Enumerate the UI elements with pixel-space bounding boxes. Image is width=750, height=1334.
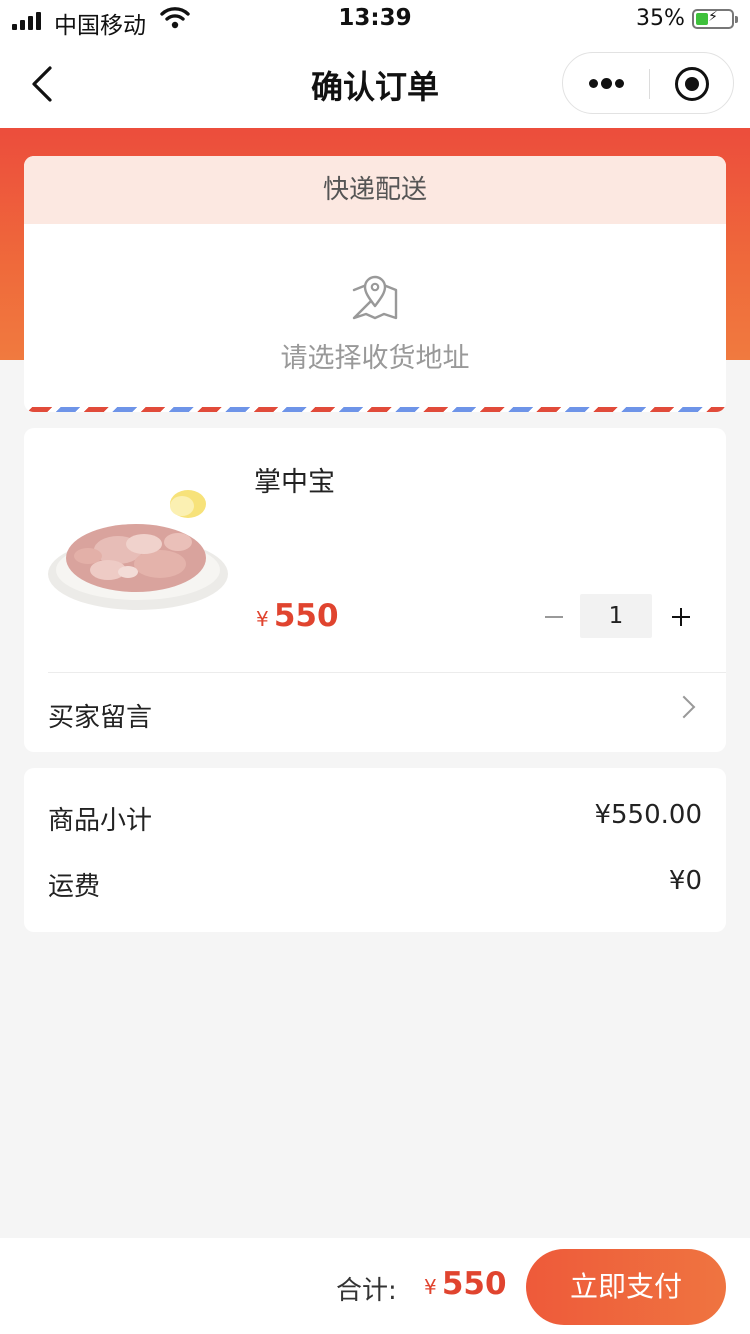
subtotal-row: 商品小计 ¥550.00 — [24, 800, 726, 840]
total-label: 合计: — [336, 1276, 397, 1306]
increase-quantity-button[interactable] — [666, 594, 696, 638]
product-name: 掌中宝 — [254, 467, 335, 498]
nav-bar: 确认订单 — [0, 40, 750, 128]
subtotal-label: 商品小计 — [48, 806, 153, 836]
decrease-quantity-button[interactable] — [540, 594, 570, 638]
status-bar: 中国移动 13:39 35% ⚡ — [0, 0, 750, 40]
capsule-divider — [649, 69, 650, 99]
quantity-input[interactable]: 1 — [580, 594, 652, 638]
pay-now-button[interactable]: 立即支付 — [526, 1249, 726, 1325]
shipping-label: 运费 — [48, 872, 101, 902]
target-circle-icon[interactable] — [675, 67, 709, 101]
price-summary-card: 商品小计 ¥550.00 运费 ¥0 — [24, 768, 726, 932]
price-value: 550 — [273, 598, 339, 634]
map-pin-icon — [350, 272, 400, 326]
charging-bolt-icon: ⚡ — [708, 9, 718, 25]
more-button[interactable] — [563, 53, 649, 113]
subtotal-value: ¥550.00 — [594, 800, 702, 830]
buyer-message-label: 买家留言 — [48, 703, 153, 733]
product-card: 掌中宝 ¥ 550 1 买家留言 — [24, 428, 726, 752]
select-address-button[interactable]: 请选择收货地址 — [24, 224, 726, 404]
currency-symbol: ¥ — [424, 1275, 437, 1299]
address-card: 快递配送 请选择收货地址 — [24, 156, 726, 412]
total-value: 550 — [441, 1266, 507, 1302]
shipping-row: 运费 ¥0 — [24, 866, 726, 906]
address-placeholder: 请选择收货地址 — [280, 343, 470, 374]
mini-program-capsule — [562, 52, 734, 114]
shipping-value: ¥0 — [668, 866, 702, 896]
battery-icon: ⚡ — [692, 9, 738, 29]
delivery-tab[interactable]: 快递配送 — [24, 156, 726, 224]
total-price: ¥ 550 — [424, 1266, 507, 1302]
airmail-border — [24, 407, 726, 412]
product-price: ¥ 550 — [256, 598, 339, 634]
battery-percent: 35% — [636, 6, 685, 31]
chevron-right-icon — [672, 695, 696, 719]
checkout-bar: 合计: ¥ 550 立即支付 — [0, 1238, 750, 1334]
food-plate-image — [48, 484, 228, 624]
buyer-message-row[interactable]: 买家留言 — [24, 673, 726, 752]
currency-symbol: ¥ — [256, 607, 269, 631]
